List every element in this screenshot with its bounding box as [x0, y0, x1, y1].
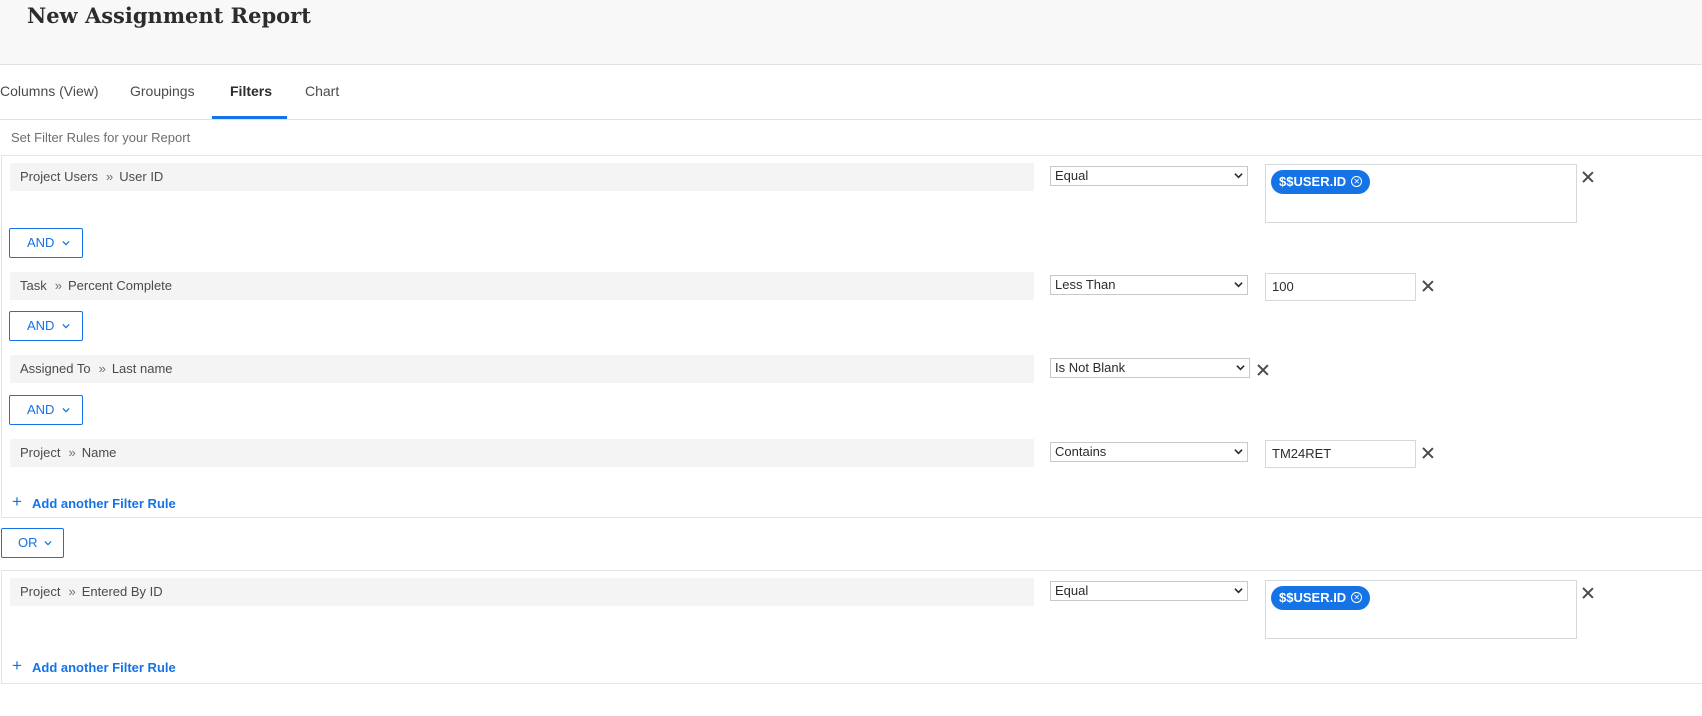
circle-x-icon[interactable]: ✕	[1351, 176, 1363, 187]
chevron-down-icon	[1234, 449, 1243, 455]
value-tag-field[interactable]: $$USER.ID ✕	[1265, 164, 1577, 223]
add-rule-label: Add another Filter Rule	[32, 660, 176, 675]
tab-bar: Columns (View) Groupings Filters Chart	[0, 64, 1702, 120]
field-name: Percent Complete	[67, 278, 173, 293]
filter-rule-field[interactable]: Project Users » User ID	[10, 163, 1034, 191]
operator-value: Equal	[1055, 168, 1089, 183]
operator-value: Equal	[1055, 583, 1089, 598]
page-header: New Assignment Report	[0, 0, 1702, 65]
filter-rule-field[interactable]: Project » Entered By ID	[10, 578, 1034, 606]
value-tag[interactable]: $$USER.ID ✕	[1271, 586, 1371, 610]
field-object: Task	[20, 278, 47, 293]
tag-label: $$USER.ID	[1279, 590, 1347, 605]
operator-value: Less Than	[1055, 277, 1116, 292]
value-tag[interactable]: $$USER.ID ✕	[1271, 170, 1371, 194]
operator-select[interactable]: Contains	[1050, 442, 1248, 462]
close-icon[interactable]	[1256, 363, 1270, 377]
chevron-down-icon	[1236, 365, 1245, 371]
connector-label: AND	[27, 318, 55, 333]
chevron-down-icon	[1234, 588, 1243, 594]
chevron-down-icon	[1234, 173, 1243, 179]
filter-group-2: Project» Entered By ID Equal $$USER.ID ✕ …	[1, 570, 1702, 684]
connector-label: AND	[27, 235, 55, 250]
operator-select[interactable]: Less Than	[1050, 275, 1248, 295]
connector-label: OR	[18, 535, 38, 550]
filter-rule-field[interactable]: Project » Name	[10, 439, 1034, 467]
or-connector-dropdown[interactable]: OR	[1, 528, 64, 558]
double-chevron-right-icon: »	[98, 361, 106, 376]
operator-value: Contains	[1055, 444, 1107, 459]
plus-icon: +	[12, 492, 22, 511]
double-chevron-right-icon: »	[54, 278, 62, 293]
double-chevron-right-icon: »	[68, 584, 76, 599]
plus-icon: +	[12, 656, 22, 675]
circle-x-icon[interactable]: ✕	[1351, 592, 1363, 603]
operator-value: Is Not Blank	[1055, 360, 1126, 375]
page-title: New Assignment Report	[27, 3, 311, 28]
field-name: Entered By ID	[81, 584, 163, 599]
operator-select[interactable]: Is Not Blank	[1050, 358, 1250, 378]
operator-select[interactable]: Equal	[1050, 581, 1248, 601]
filter-instructions: Set Filter Rules for your Report	[11, 130, 191, 145]
filter-group-1: Project Users» User ID Equal $$USER.ID ✕ …	[1, 155, 1702, 518]
field-name: Name	[81, 445, 117, 460]
value-input[interactable]: 100	[1265, 273, 1416, 301]
chevron-down-icon	[1234, 282, 1243, 288]
connector-label: AND	[27, 402, 55, 417]
close-icon[interactable]	[1581, 170, 1595, 184]
and-connector-dropdown[interactable]: AND	[9, 395, 83, 425]
filter-rule-field[interactable]: Assigned To » Last name	[10, 355, 1034, 383]
tab-columns-view[interactable]: Columns (View)	[0, 64, 99, 119]
filter-rule-field[interactable]: Task » Percent Complete	[10, 272, 1034, 300]
close-icon[interactable]	[1421, 279, 1435, 293]
close-icon[interactable]	[1581, 586, 1595, 600]
field-object: Project	[20, 445, 61, 460]
active-tab-indicator	[212, 116, 287, 119]
chevron-down-icon	[62, 240, 70, 246]
tag-label: $$USER.ID	[1279, 174, 1347, 189]
and-connector-dropdown[interactable]: AND	[9, 228, 83, 258]
value-tag-field[interactable]: $$USER.ID ✕	[1265, 580, 1577, 639]
and-connector-dropdown[interactable]: AND	[9, 311, 83, 341]
tab-chart[interactable]: Chart	[305, 64, 339, 119]
field-object: Project Users	[20, 169, 99, 184]
close-icon[interactable]	[1421, 446, 1435, 460]
value-input[interactable]: TM24RET	[1265, 440, 1416, 468]
field-name: Last name	[111, 361, 173, 376]
field-name: User ID	[119, 169, 164, 184]
double-chevron-right-icon: »	[106, 169, 114, 184]
tab-groupings[interactable]: Groupings	[130, 64, 195, 119]
chevron-down-icon	[62, 323, 70, 329]
chevron-down-icon	[44, 540, 52, 546]
operator-select[interactable]: Equal	[1050, 166, 1248, 186]
chevron-down-icon	[62, 407, 70, 413]
field-object: Project	[20, 584, 61, 599]
tab-filters[interactable]: Filters	[230, 64, 272, 119]
add-rule-label: Add another Filter Rule	[32, 496, 176, 511]
double-chevron-right-icon: »	[68, 445, 76, 460]
field-object: Assigned To	[20, 361, 91, 376]
